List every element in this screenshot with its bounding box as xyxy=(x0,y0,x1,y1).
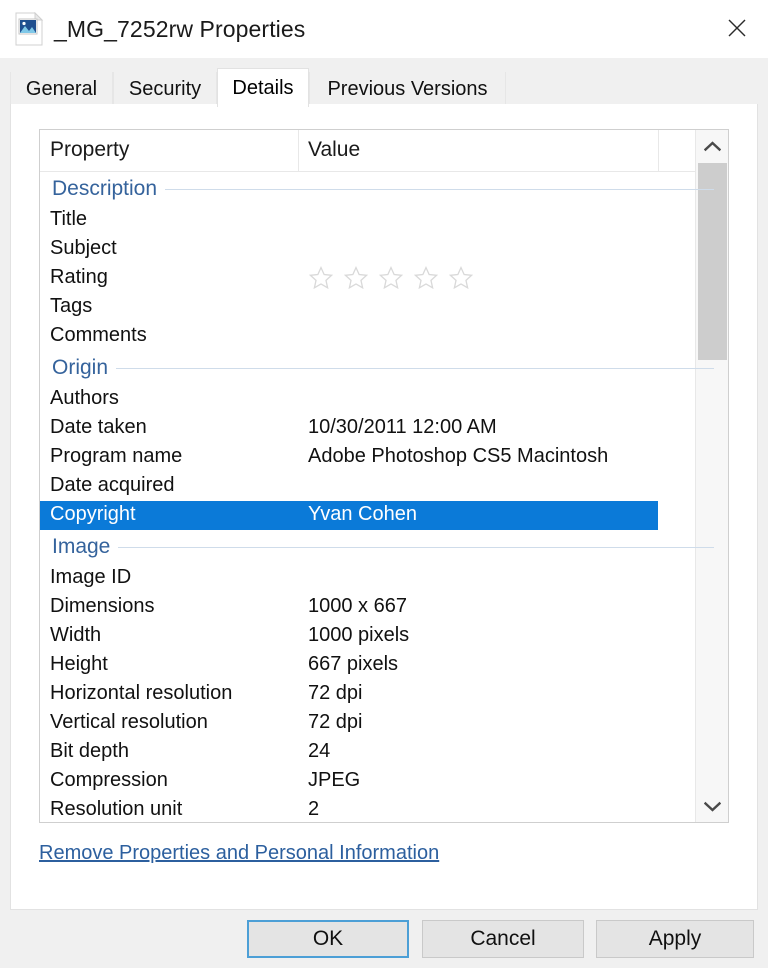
column-header-property[interactable]: Property xyxy=(50,138,129,162)
group-rule xyxy=(52,368,714,369)
property-name: Program name xyxy=(50,445,183,467)
tab-strip: General Security Details Previous Versio… xyxy=(10,68,758,107)
group-title-description: Description xyxy=(52,177,166,201)
window-title: _MG_7252rw Properties xyxy=(54,15,306,42)
tab-security[interactable]: Security xyxy=(113,72,217,106)
table-row[interactable]: Authors xyxy=(40,385,728,414)
table-row[interactable]: Date acquired xyxy=(40,472,728,501)
table-row-clipped[interactable]: Resolution unit 2 xyxy=(40,796,728,822)
property-value: JPEG xyxy=(308,769,361,791)
table-row[interactable]: Vertical resolution 72 dpi xyxy=(40,709,728,738)
table-row[interactable]: Rating xyxy=(40,264,728,293)
tab-general-label: General xyxy=(25,77,98,100)
property-name: Date acquired xyxy=(50,474,175,496)
remove-properties-link[interactable]: Remove Properties and Personal Informati… xyxy=(39,842,439,865)
table-row[interactable]: Subject xyxy=(40,235,728,264)
property-value: 72 dpi xyxy=(308,682,363,704)
column-divider xyxy=(298,130,299,172)
chevron-down-icon[interactable] xyxy=(696,790,728,822)
property-value: Yvan Cohen xyxy=(308,503,417,525)
group-title-origin: Origin xyxy=(52,356,117,380)
apply-button[interactable]: Apply xyxy=(596,920,754,958)
chevron-up-icon[interactable] xyxy=(696,130,728,162)
apply-button-label: Apply xyxy=(648,927,702,950)
property-rows: Description Title Subject Rating Tags Co… xyxy=(40,172,728,822)
property-value: Adobe Photoshop CS5 Macintosh xyxy=(308,445,609,467)
table-row[interactable]: Program name Adobe Photoshop CS5 Macinto… xyxy=(40,443,728,472)
table-row[interactable]: Compression JPEG xyxy=(40,767,728,796)
column-divider xyxy=(658,130,659,172)
table-row[interactable]: Dimensions 1000 x 667 xyxy=(40,593,728,622)
table-row[interactable]: Image ID xyxy=(40,564,728,593)
property-name: Bit depth xyxy=(50,740,129,762)
property-value: 10/30/2011 12:00 AM xyxy=(308,416,497,438)
table-row[interactable]: Comments xyxy=(40,322,728,351)
tab-previous-versions-label: Previous Versions xyxy=(327,77,488,100)
property-name: Horizontal resolution xyxy=(50,682,233,704)
group-title-image: Image xyxy=(52,535,119,559)
properties-dialog: _MG_7252rw Properties General Security D… xyxy=(0,0,768,968)
property-name: Height xyxy=(50,653,108,675)
cancel-button-label: Cancel xyxy=(470,927,536,950)
group-header-description: Description xyxy=(40,172,728,206)
property-value: 1000 pixels xyxy=(308,624,410,646)
table-row[interactable]: Height 667 pixels xyxy=(40,651,728,680)
tab-general[interactable]: General xyxy=(10,72,113,106)
table-row[interactable]: Bit depth 24 xyxy=(40,738,728,767)
property-value: 1000 x 667 xyxy=(308,595,407,617)
property-value: 24 xyxy=(308,740,331,762)
star-icon[interactable] xyxy=(448,265,474,291)
rating-stars[interactable] xyxy=(308,265,474,291)
button-bar: OK Cancel Apply xyxy=(0,910,768,968)
table-row[interactable]: Horizontal resolution 72 dpi xyxy=(40,680,728,709)
ok-button[interactable]: OK xyxy=(247,920,409,958)
star-icon[interactable] xyxy=(413,265,439,291)
property-name: Comments xyxy=(50,324,147,346)
property-name: Subject xyxy=(50,237,117,259)
property-name: Width xyxy=(50,624,102,646)
property-name: Image ID xyxy=(50,566,132,588)
property-name: Date taken xyxy=(50,416,147,438)
property-name: Vertical resolution xyxy=(50,711,208,733)
property-list[interactable]: Property Value Description Title Subject xyxy=(39,129,729,823)
property-value: 72 dpi xyxy=(308,711,363,733)
star-icon[interactable] xyxy=(308,265,334,291)
property-name: Authors xyxy=(50,387,119,409)
table-row[interactable]: Tags xyxy=(40,293,728,322)
property-value: 2 xyxy=(308,798,320,820)
group-rule xyxy=(52,547,714,548)
property-name: Dimensions xyxy=(50,595,155,617)
vertical-scrollbar[interactable] xyxy=(695,130,728,822)
group-header-image: Image xyxy=(40,530,728,564)
column-header-value[interactable]: Value xyxy=(308,138,360,162)
table-row-selected[interactable]: Copyright Yvan Cohen xyxy=(40,501,658,530)
property-name: Copyright xyxy=(50,503,136,525)
property-name: Compression xyxy=(50,769,168,791)
group-header-origin: Origin xyxy=(40,351,728,385)
close-icon[interactable] xyxy=(706,0,768,55)
cancel-button[interactable]: Cancel xyxy=(422,920,584,958)
title-bar: _MG_7252rw Properties xyxy=(0,0,768,58)
property-name: Rating xyxy=(50,266,108,288)
list-column-header: Property Value xyxy=(40,130,728,172)
details-tab-page: Property Value Description Title Subject xyxy=(10,104,758,910)
image-file-icon xyxy=(14,11,44,46)
tab-previous-versions[interactable]: Previous Versions xyxy=(309,72,506,106)
star-icon[interactable] xyxy=(343,265,369,291)
star-icon[interactable] xyxy=(378,265,404,291)
table-row[interactable]: Date taken 10/30/2011 12:00 AM xyxy=(40,414,728,443)
tab-details-label: Details xyxy=(232,76,294,99)
table-row[interactable]: Width 1000 pixels xyxy=(40,622,728,651)
property-name: Title xyxy=(50,208,88,230)
table-row[interactable]: Title xyxy=(40,206,728,235)
property-name: Tags xyxy=(50,295,93,317)
ok-button-label: OK xyxy=(312,927,344,950)
property-name: Resolution unit xyxy=(50,798,183,820)
property-value: 667 pixels xyxy=(308,653,399,675)
tab-details[interactable]: Details xyxy=(217,68,309,107)
tab-security-label: Security xyxy=(128,77,202,100)
scrollbar-thumb[interactable] xyxy=(698,163,727,360)
